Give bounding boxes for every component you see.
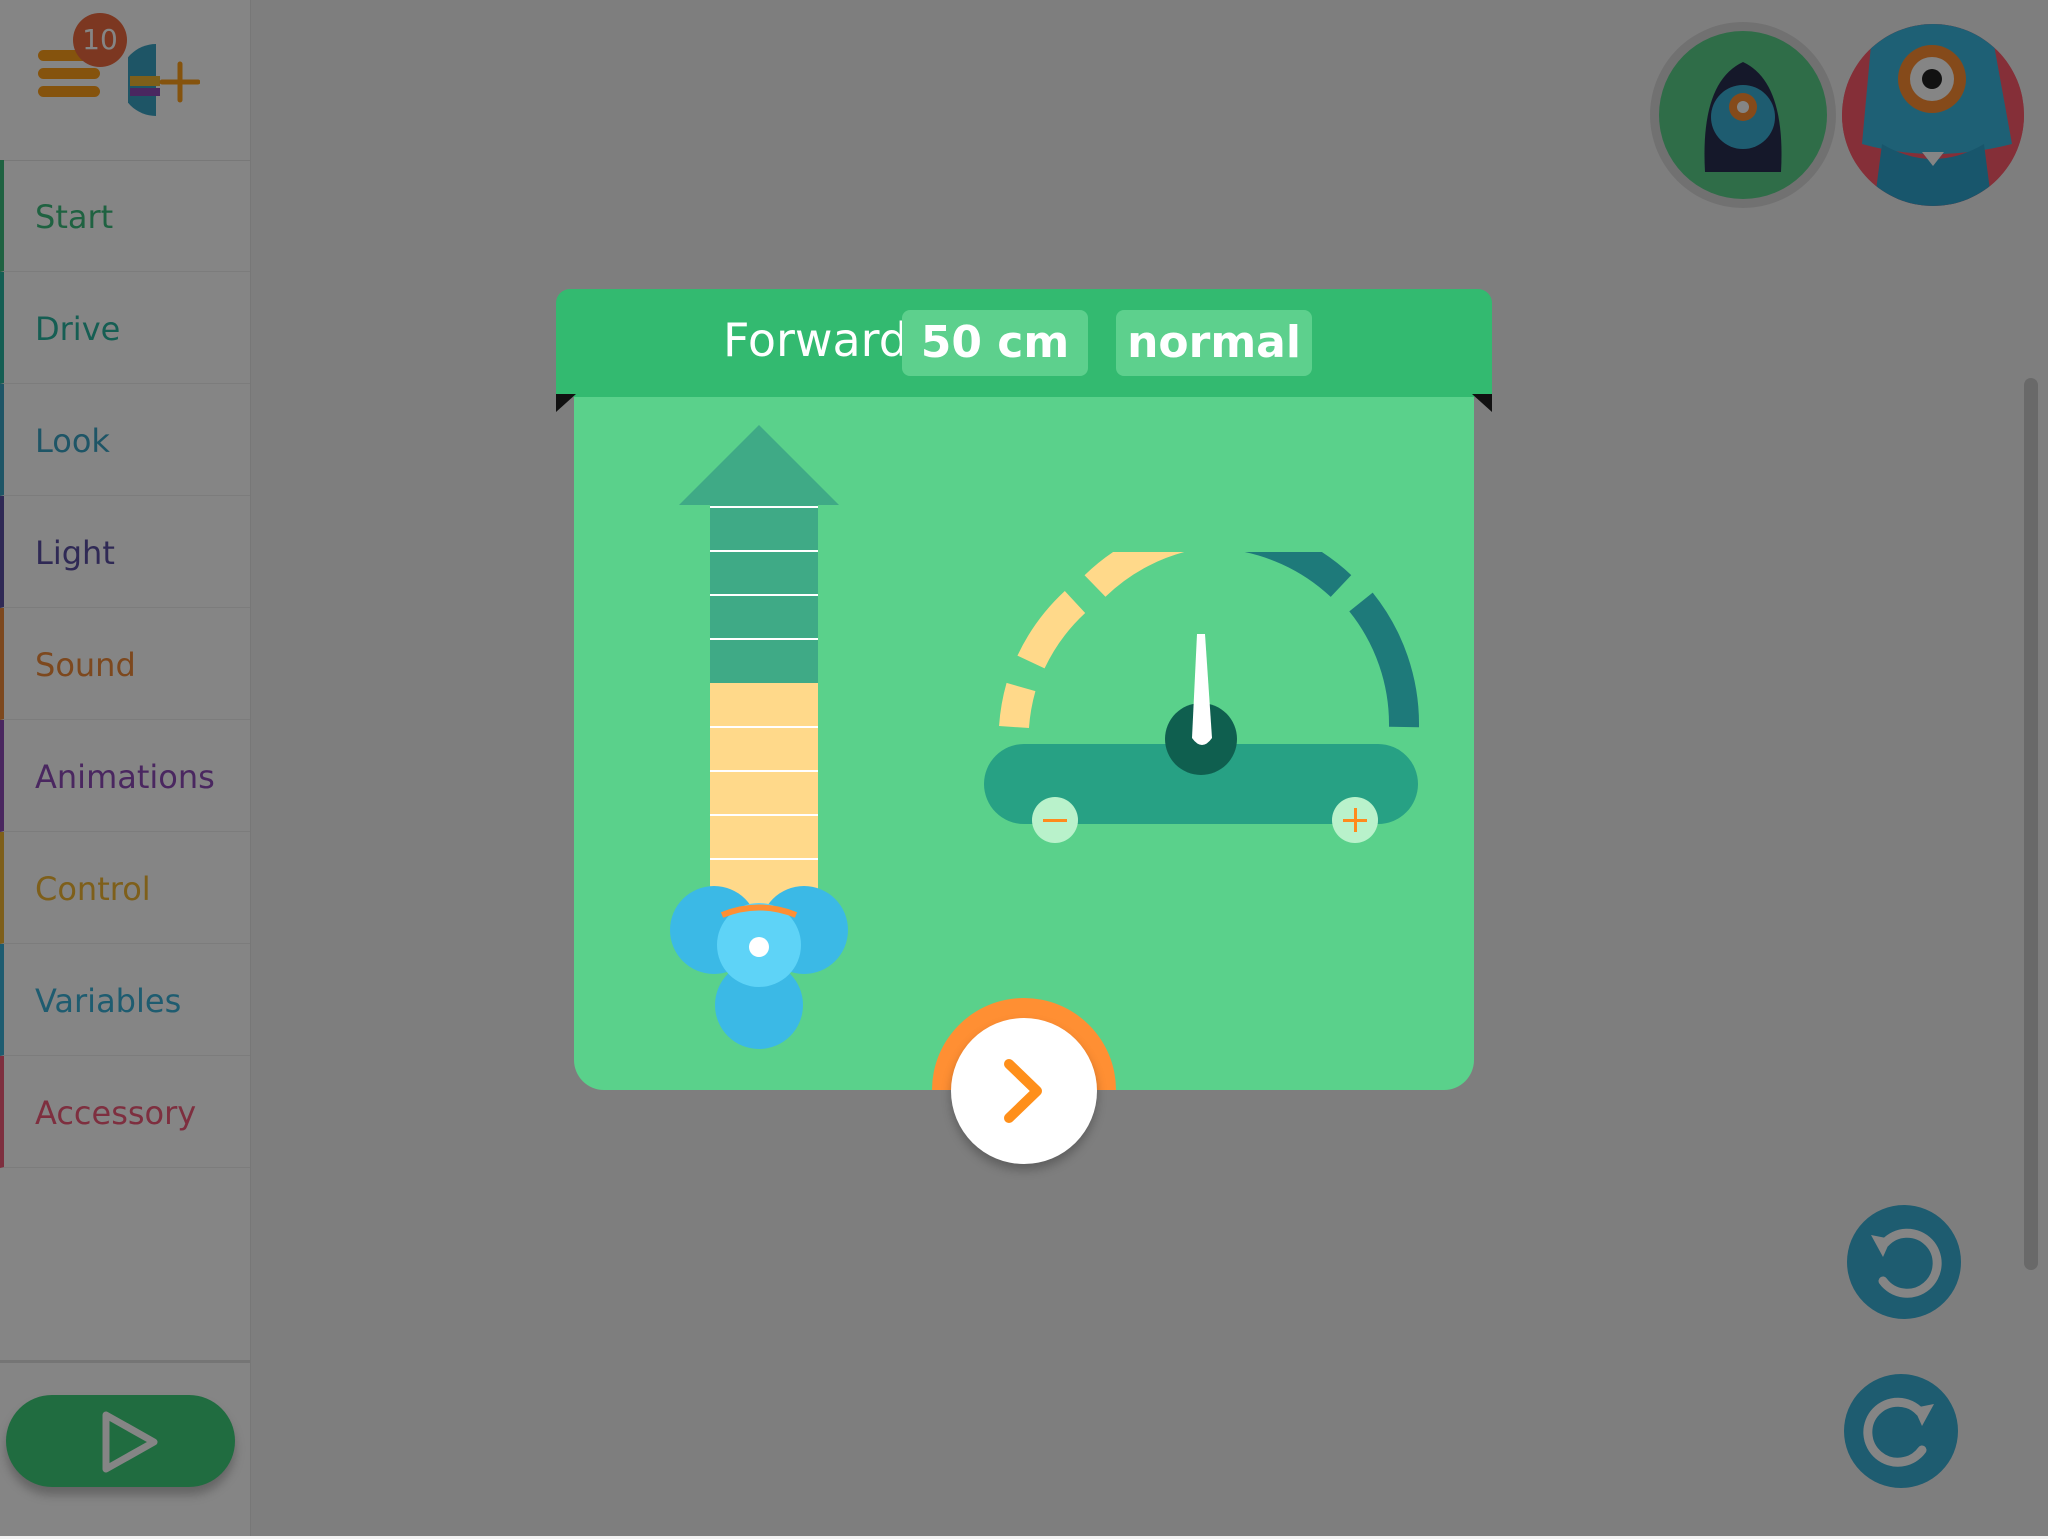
speed-value[interactable]: normal [1116,310,1312,376]
speed-increase-button[interactable] [1332,797,1378,843]
distance-value[interactable]: 50 cm [902,310,1088,376]
distance-slider[interactable] [664,425,854,1055]
drive-forward-header: Forward 50 cm normal [556,289,1492,397]
header-corner-left [556,394,576,412]
speed-decrease-button[interactable] [1032,797,1078,843]
drive-forward-editor [574,397,1474,1090]
block-title: Forward [723,313,908,367]
next-button[interactable] [951,1018,1097,1164]
header-corner-right [1472,394,1492,412]
robot-top-view-icon [670,886,848,1049]
chevron-right-icon [1004,1059,1042,1123]
